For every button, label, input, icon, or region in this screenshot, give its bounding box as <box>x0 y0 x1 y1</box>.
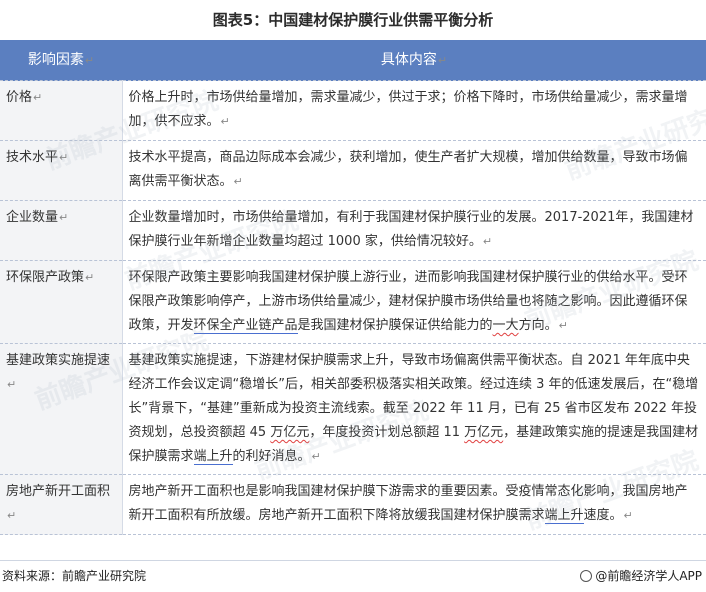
content-cell: 基建政策实施提速，下游建材保护膜需求上升，导致市场偏离供需平衡状态。自 2021… <box>122 343 706 475</box>
source-note: 资料来源：前瞻产业研究院 <box>2 569 147 583</box>
brand-label: @前瞻经济学人APP <box>580 567 702 584</box>
table-header-row: 影响因素↵ 具体内容↵ <box>0 40 706 81</box>
table-row: 环保限产政策↵ 环保限产政策主要影响我国建材保护膜上游行业，进而影响我国建材保护… <box>0 260 706 344</box>
factor-cell: 价格↵ <box>0 80 123 141</box>
content-cell: 环保限产政策主要影响我国建材保护膜上游行业，进而影响我国建材保护膜行业的供给水平… <box>122 260 706 344</box>
underlined-phrase: 一大 <box>492 318 519 333</box>
underlined-phrase: 端上升 <box>193 449 233 465</box>
supply-demand-table: 影响因素↵ 具体内容↵ 价格↵ 价格上升时，市场供给量增加，需求量减少，供过于求… <box>0 40 706 535</box>
footer: 资料来源：前瞻产业研究院 @前瞻经济学人APP <box>0 560 706 592</box>
header-content: 具体内容↵ <box>122 40 706 81</box>
table-row: 基建政策实施提速↵ 基建政策实施提速，下游建材保护膜需求上升，导致市场偏离供需平… <box>0 343 706 475</box>
factor-cell: 企业数量↵ <box>0 200 123 261</box>
factor-cell: 环保限产政策↵ <box>0 260 123 344</box>
content-cell: 价格上升时，市场供给量增加，需求量减少，供过于求；价格下降时，市场供给量减少，需… <box>122 80 706 141</box>
underlined-phrase: 端上升 <box>544 508 584 524</box>
underlined-phrase: 环保全产业链产品 <box>193 318 298 334</box>
factor-cell: 基建政策实施提速↵ <box>0 343 123 475</box>
content-cell: 房地产新开工面积也是影响我国建材保护膜下游需求的重要因素。受疫情常态化影响，我国… <box>122 474 706 535</box>
table-title: 图表5：中国建材保护膜行业供需平衡分析 <box>212 11 494 29</box>
table-row: 价格↵ 价格上升时，市场供给量增加，需求量减少，供过于求；价格下降时，市场供给量… <box>0 80 706 141</box>
underlined-phrase: 万亿元 <box>270 425 310 440</box>
table-row: 企业数量↵ 企业数量增加时，市场供给量增加，有利于我国建材保护膜行业的发展。20… <box>0 200 706 261</box>
factor-cell: 技术水平↵ <box>0 140 123 201</box>
table-row: 房地产新开工面积↵ 房地产新开工面积也是影响我国建材保护膜下游需求的重要因素。受… <box>0 474 706 535</box>
underlined-phrase: 万亿元 <box>464 425 504 440</box>
table-row: 技术水平↵ 技术水平提高，商品边际成本会减少，获利增加，使生产者扩大规模，增加供… <box>0 140 706 201</box>
header-factor: 影响因素↵ <box>0 40 122 81</box>
factor-cell: 房地产新开工面积↵ <box>0 474 123 535</box>
brand-logo-icon <box>580 569 593 582</box>
content-cell: 企业数量增加时，市场供给量增加，有利于我国建材保护膜行业的发展。2017-202… <box>122 200 706 261</box>
content-cell: 技术水平提高，商品边际成本会减少，获利增加，使生产者扩大规模，增加供给数量，导致… <box>122 140 706 201</box>
